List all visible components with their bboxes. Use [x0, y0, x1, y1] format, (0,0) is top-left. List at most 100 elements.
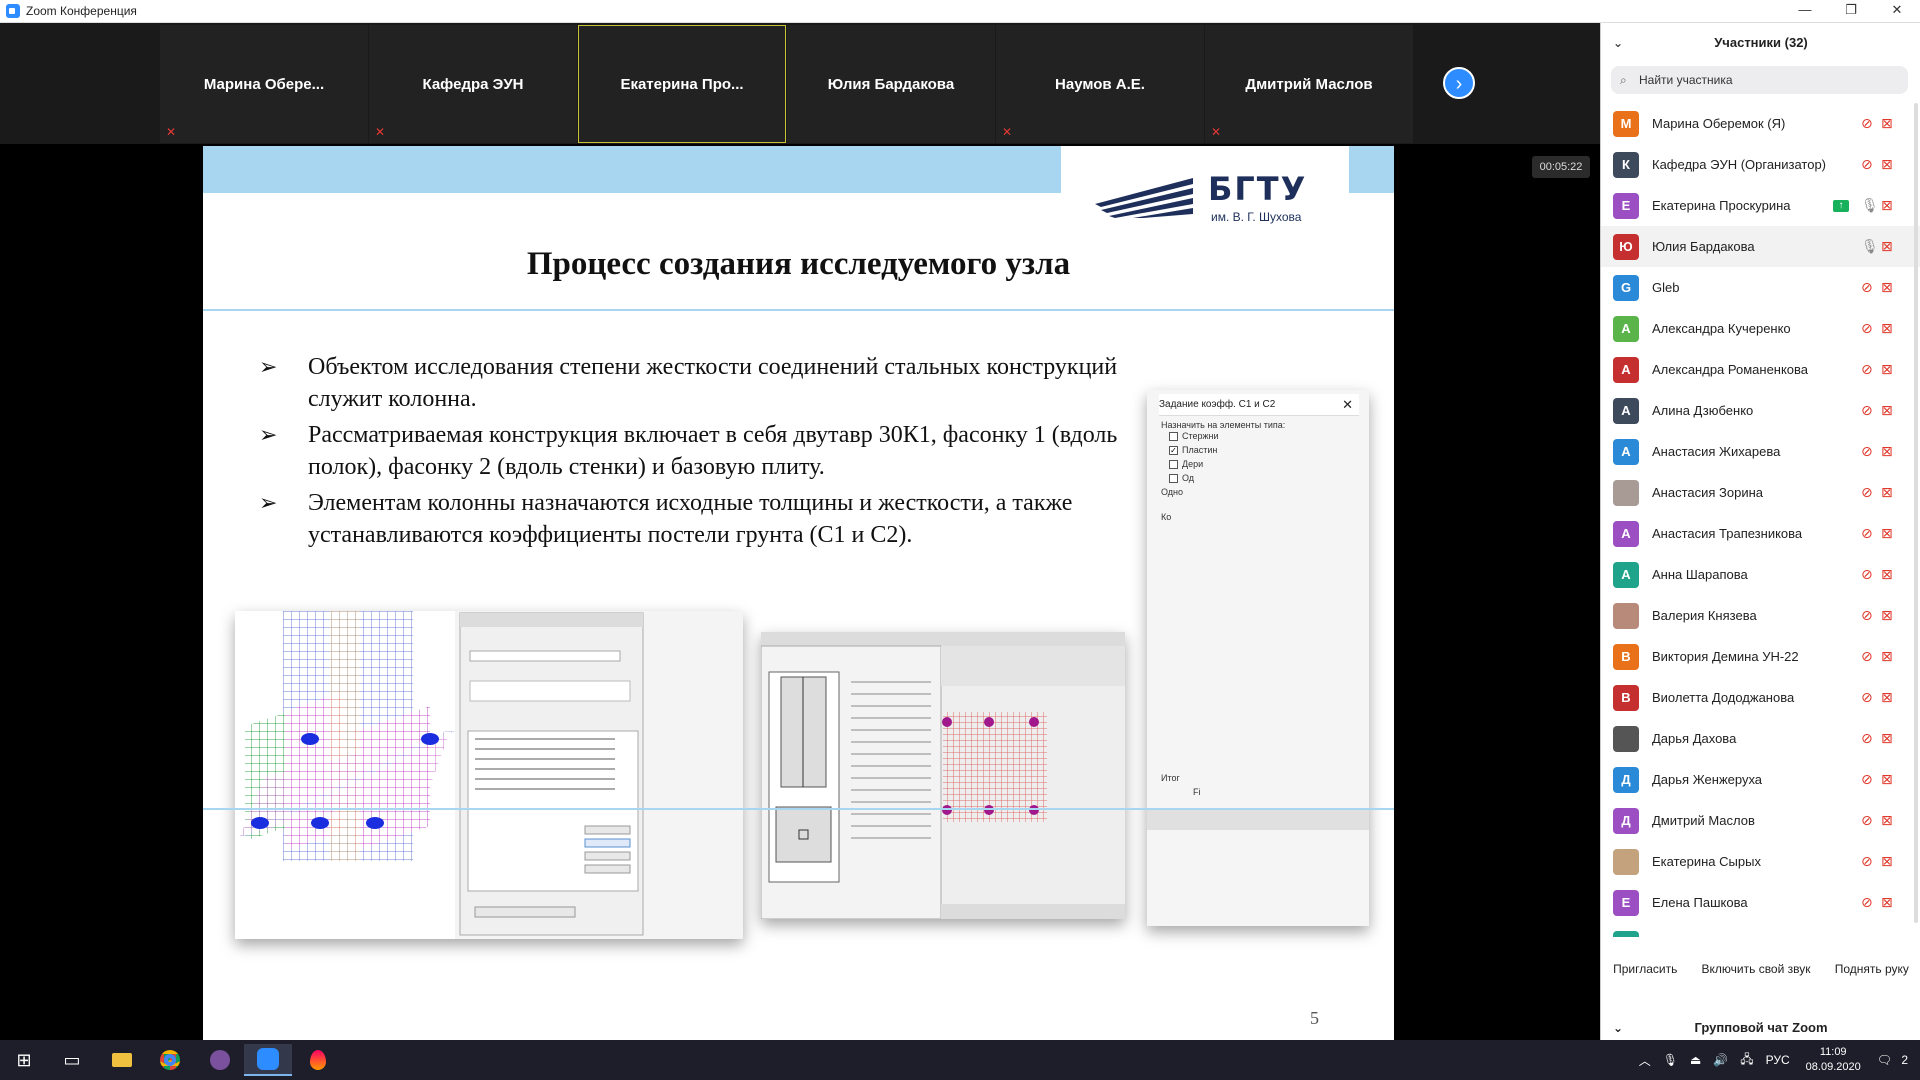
mic-muted-icon: ⊘ [1861, 566, 1873, 582]
meeting-stage: Марина Обере... ✕ Кафедра ЭУН ✕ Екатерин… [0, 23, 1600, 1063]
raise-hand-button[interactable]: Поднять руку [1827, 956, 1917, 982]
participant-name: Юлия Бардакова [827, 75, 955, 93]
chevron-down-icon[interactable]: ⌄ [1613, 1013, 1623, 1043]
participant-name: Виктория Демина УН-22 [1652, 649, 1799, 664]
participant-row[interactable]: Е Екатерина Проскурина ↑ 🎙 ⊠ [1601, 185, 1920, 226]
logo-lines-icon [1095, 178, 1193, 218]
search-icon: ⌕ [1620, 73, 1627, 87]
mic-muted-icon: ⊘ [1861, 443, 1873, 459]
zoom-app-icon [6, 4, 20, 18]
network-icon[interactable]: 🖧 [1740, 1050, 1753, 1071]
participant-row[interactable]: А Александра Кучеренко ⊘ ⊠ [1601, 308, 1920, 349]
participant-row[interactable]: А Анна Шарапова ⊘ ⊠ [1601, 554, 1920, 595]
checkbox-label: Дери [1182, 459, 1204, 469]
volume-icon[interactable]: 🔊 [1713, 1053, 1728, 1067]
participant-row[interactable]: Д Дарья Женжеруха ⊘ ⊠ [1601, 759, 1920, 800]
avatar: В [1613, 684, 1639, 711]
video-tile-active-speaker[interactable]: Екатерина Про... [578, 25, 786, 143]
participant-row[interactable]: М Марина Оберемок (Я) ⊘ ⊠ [1601, 103, 1920, 144]
invite-button[interactable]: Пригласить [1605, 956, 1685, 982]
windows-taskbar: ⊞ ▭ ︿ 🎙 ⏏ 🔊 🖧 РУС 11:09 08.09.2020 🗨 2 [0, 1040, 1920, 1080]
participant-row[interactable]: К Кафедра ЭУН (Организатор) ⊘ ⊠ [1601, 144, 1920, 185]
camera-off-icon: ⊠ [1881, 525, 1893, 541]
participant-row[interactable]: И Инна Осипова ⊘ ⊠ [1601, 923, 1920, 937]
avatar: Е [1613, 192, 1639, 219]
participants-panel: ⌄ Участники (32) ⌕ Найти участника М Мари… [1600, 23, 1920, 1040]
chevron-down-icon[interactable]: ⌄ [1613, 23, 1623, 63]
mic-muted-icon: ⊘ [1861, 361, 1873, 377]
mic-muted-icon: ⊘ [1861, 320, 1873, 336]
camera-off-icon: ⊠ [1881, 238, 1893, 254]
participant-row[interactable]: Е Елена Пашкова ⊘ ⊠ [1601, 882, 1920, 923]
video-tile[interactable]: Дмитрий Маслов ✕ [1205, 25, 1413, 143]
video-tile[interactable]: Юлия Бардакова [787, 25, 995, 143]
field-label: Итог [1161, 773, 1180, 783]
participant-name: Марина Обере... [203, 75, 325, 93]
viber-icon[interactable] [196, 1044, 244, 1076]
participant-name: Марина Оберемок (Я) [1652, 116, 1786, 131]
participant-row[interactable]: В Виктория Демина УН-22 ⊘ ⊠ [1601, 636, 1920, 677]
window-title: Zoom Конференция [26, 4, 137, 18]
camera-off-icon: ⊠ [1881, 689, 1893, 705]
avatar: G [1613, 274, 1639, 301]
video-tile[interactable]: Марина Обере... ✕ [160, 25, 368, 143]
mic-muted-icon: ⊘ [1861, 648, 1873, 664]
task-view-icon[interactable]: ▭ [48, 1044, 96, 1076]
participant-row[interactable]: Валерия Князева ⊘ ⊠ [1601, 595, 1920, 636]
language-indicator[interactable]: РУС [1766, 1053, 1790, 1067]
clock[interactable]: 11:09 08.09.2020 [1806, 1045, 1861, 1075]
participant-row[interactable]: А Александра Романенкова ⊘ ⊠ [1601, 349, 1920, 390]
participant-row[interactable]: Анастасия Зорина ⊘ ⊠ [1601, 472, 1920, 513]
usb-icon[interactable]: ⏏ [1690, 1053, 1701, 1067]
video-tile[interactable]: Кафедра ЭУН ✕ [369, 25, 577, 143]
video-tile[interactable]: Наумов А.Е. ✕ [996, 25, 1204, 143]
avatar: Д [1613, 807, 1639, 834]
participant-name: Елена Пашкова [1652, 895, 1748, 910]
unmute-button[interactable]: Включить свой звук [1694, 956, 1819, 982]
maximize-button[interactable]: ❐ [1828, 0, 1874, 23]
camera-off-icon: ⊠ [1881, 771, 1893, 787]
close-button[interactable]: ✕ [1874, 0, 1920, 23]
participant-actions: Пригласить Включить свой звук Поднять ру… [1601, 953, 1920, 985]
participant-list-scrollbar[interactable] [1914, 103, 1918, 923]
participant-row[interactable]: Екатерина Сырых ⊘ ⊠ [1601, 841, 1920, 882]
participant-row[interactable]: В Виолетта Дододжанова ⊘ ⊠ [1601, 677, 1920, 718]
participant-row[interactable]: G Gleb ⊘ ⊠ [1601, 267, 1920, 308]
logo-name: БГТУ [1208, 170, 1308, 208]
camera-off-icon: ⊠ [1881, 443, 1893, 459]
minimize-button[interactable]: — [1782, 0, 1828, 23]
mic-muted-icon: ⊘ [1861, 525, 1873, 541]
dialog-toolbar [1147, 810, 1369, 830]
participant-row[interactable]: Ю Юлия Бардакова 🎙 ⊠ [1601, 226, 1920, 267]
checkbox [1169, 474, 1178, 483]
checkbox-checked: ✓ [1169, 446, 1178, 455]
avatar: А [1613, 520, 1639, 547]
mic-muted-icon: ⊘ [1861, 402, 1873, 418]
participant-name: Кафедра ЭУН [422, 75, 524, 93]
participant-row[interactable]: Дарья Дахова ⊘ ⊠ [1601, 718, 1920, 759]
app-drop-icon[interactable] [294, 1044, 342, 1076]
participant-name: Анастасия Зорина [1652, 485, 1764, 500]
avatar: А [1613, 561, 1639, 588]
participant-name: Виолетта Дододжанова [1652, 690, 1795, 705]
base-plate-scheme-image [761, 632, 1125, 919]
zoom-icon[interactable] [244, 1044, 292, 1076]
avatar: Ю [1613, 233, 1639, 260]
file-explorer-icon[interactable] [98, 1044, 146, 1076]
camera-off-icon: ⊠ [1881, 607, 1893, 623]
chevron-up-icon[interactable]: ︿ [1639, 1052, 1651, 1069]
windows-start-icon[interactable]: ⊞ [0, 1044, 48, 1076]
microphone-icon[interactable]: 🎙 [1663, 1053, 1678, 1067]
participant-row[interactable]: А Анастасия Трапезникова ⊘ ⊠ [1601, 513, 1920, 554]
notifications-icon[interactable]: 🗨 2 [1877, 1053, 1914, 1067]
participant-name: Екатерина Про... [620, 75, 744, 93]
participant-row[interactable]: А Анастасия Жихарева ⊘ ⊠ [1601, 431, 1920, 472]
participant-row[interactable]: Д Дмитрий Маслов ⊘ ⊠ [1601, 800, 1920, 841]
checkbox [1169, 460, 1178, 469]
participant-row[interactable]: А Алина Дзюбенко ⊘ ⊠ [1601, 390, 1920, 431]
chevron-right-icon[interactable]: › [1443, 67, 1475, 99]
chrome-icon[interactable] [146, 1044, 194, 1076]
bullet-arrow-icon: ➢ [259, 490, 278, 515]
recording-timer: 00:05:22 [1532, 156, 1590, 178]
participant-search-input[interactable]: ⌕ Найти участника [1611, 66, 1908, 94]
